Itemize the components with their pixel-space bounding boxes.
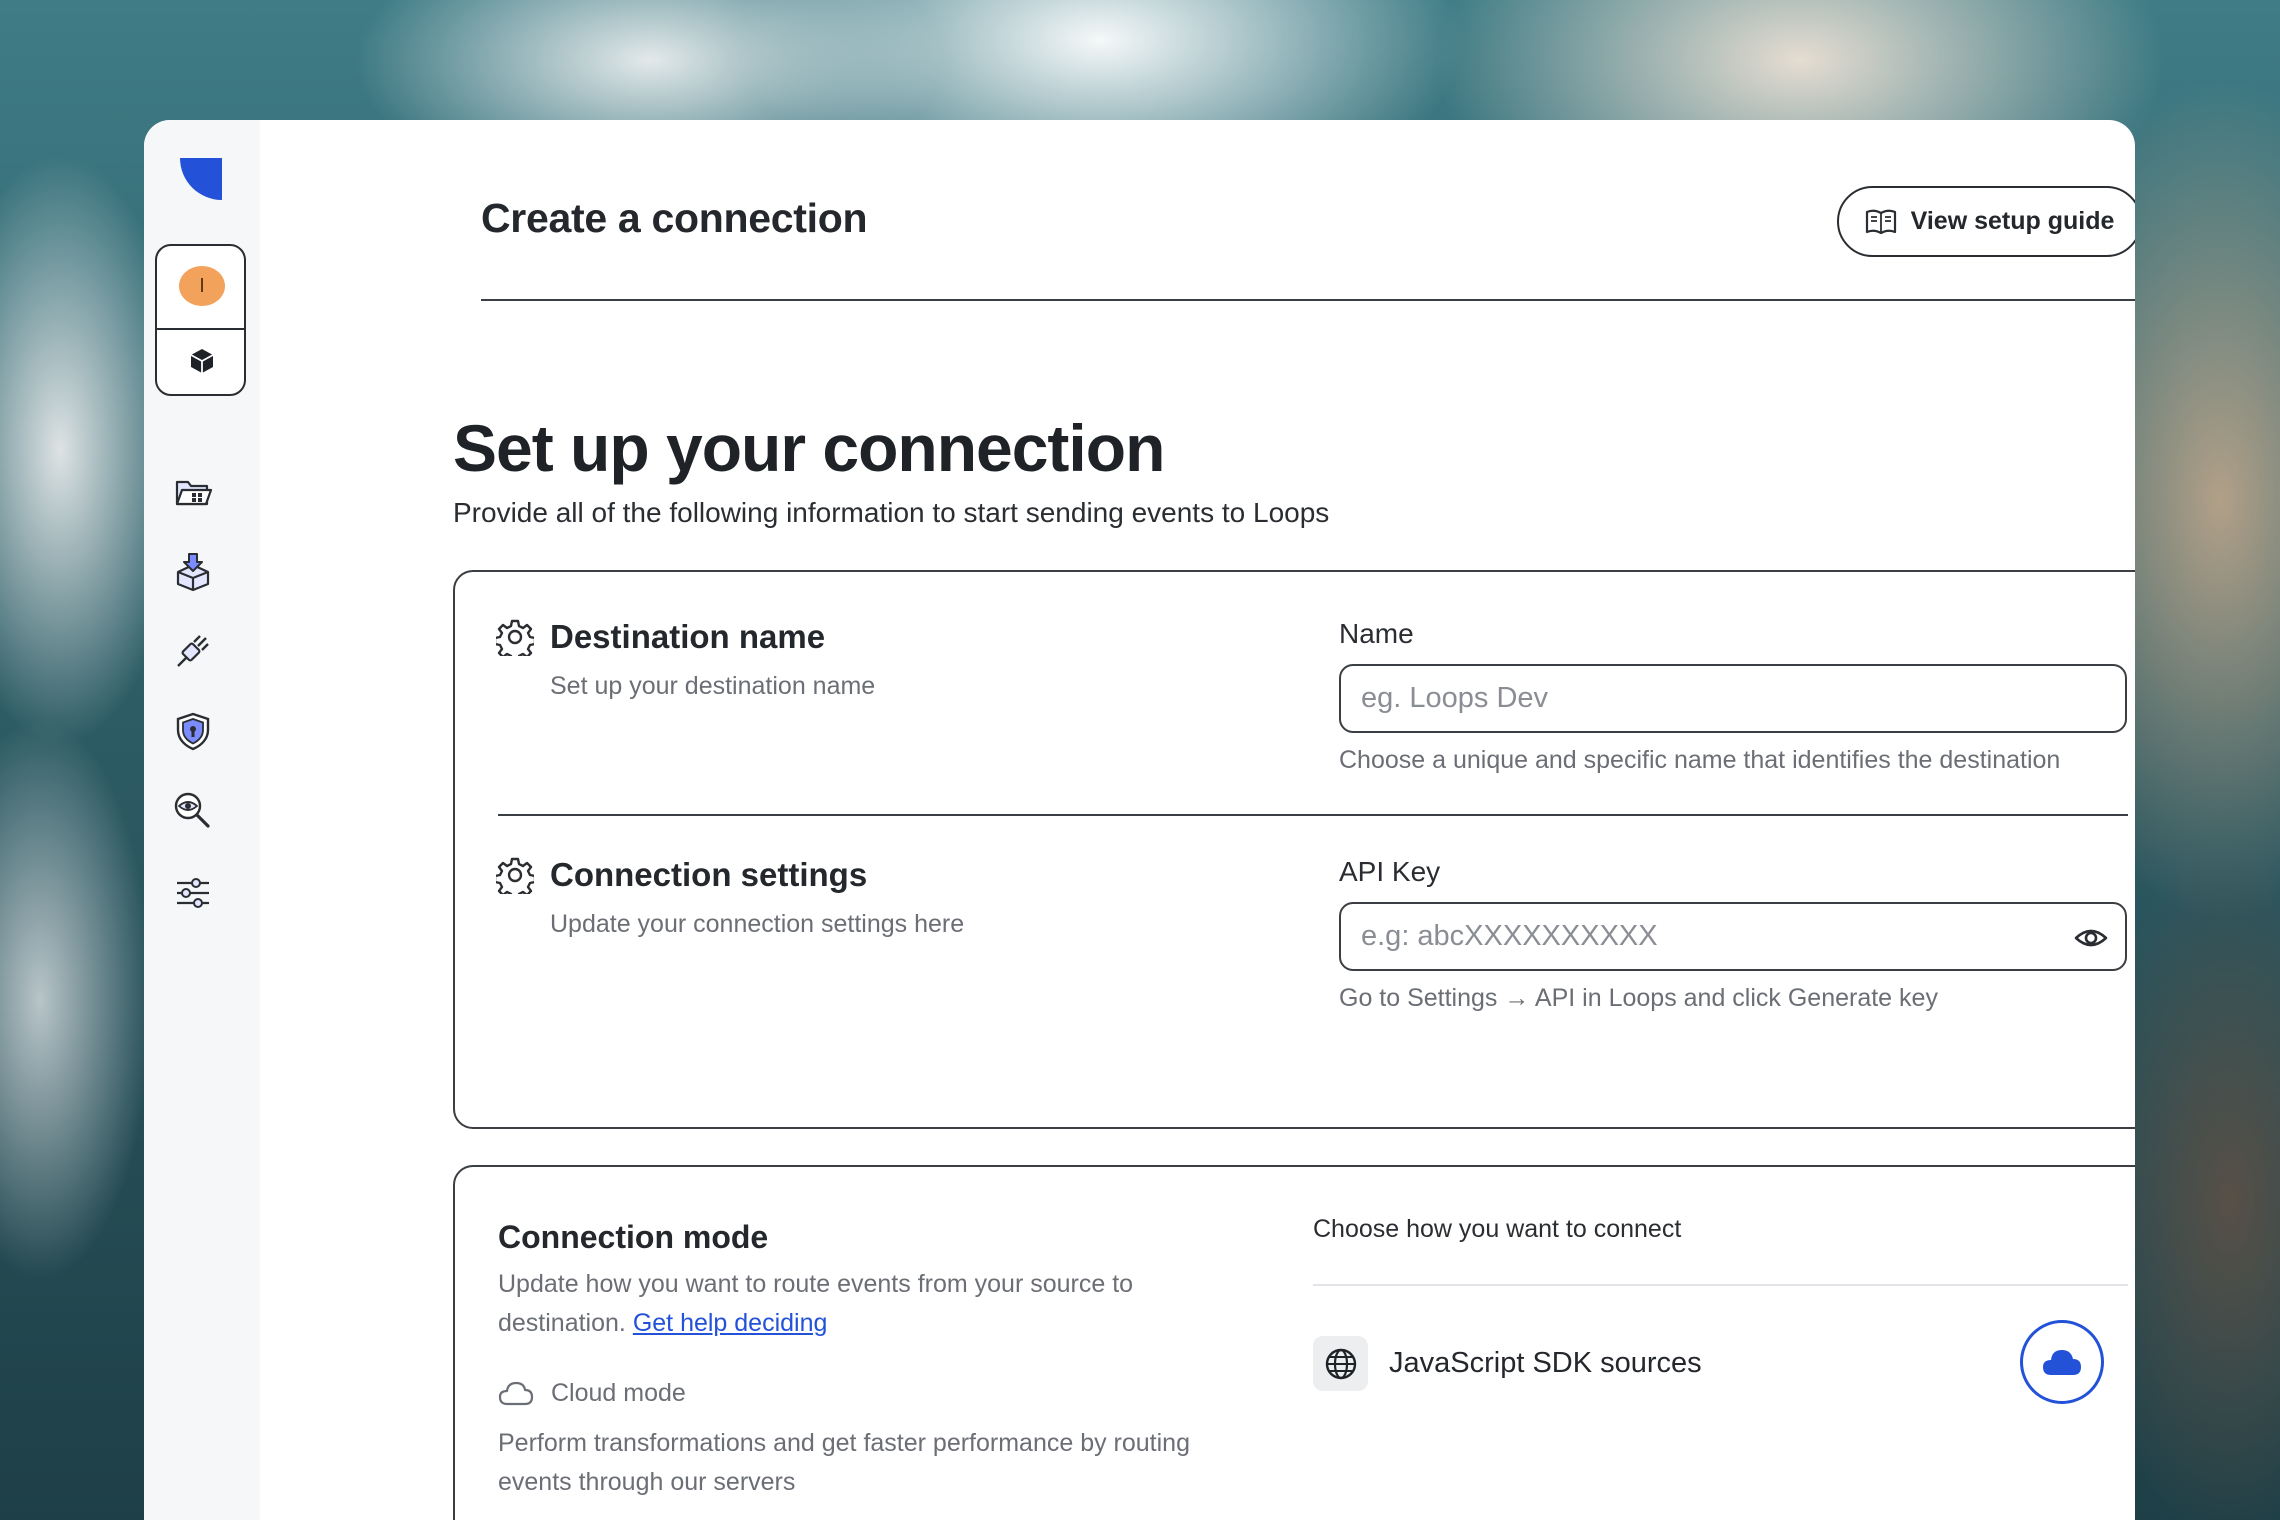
globe-icon [1325,1348,1356,1379]
choose-divider [1313,1284,2128,1286]
cloud-filled-icon [2043,1350,2081,1375]
book-icon [1865,209,1896,234]
eye-search-icon[interactable] [172,790,214,832]
workspace-switcher[interactable]: I [155,244,246,396]
app-logo-icon[interactable] [180,158,222,200]
section-divider [498,814,2128,816]
api-key-hint: Go to Settings → API in Loops and click … [1339,984,1938,1012]
name-hint: Choose a unique and specific name that i… [1339,746,2061,774]
cloud-mode-label: Cloud mode [551,1379,686,1407]
main-content: Create a connection View setup guide Set… [260,120,2135,1520]
javascript-sdk-sources-label: JavaScript SDK sources [1389,1347,1702,1379]
destination-name-title: Destination name [550,618,826,655]
app-window: I Create a connection View setup guide S… [144,120,2135,1520]
page-subtitle: Provide all of the following information… [453,497,1330,528]
gear-icon [496,619,534,656]
header-divider [481,299,2135,301]
page-title: Set up your connection [453,411,1165,485]
sidebar: I [144,120,260,1520]
cloud-icon [498,1381,534,1406]
name-input[interactable]: eg. Loops Dev [1339,664,2127,733]
connection-mode-description: Update how you want to route events from… [498,1265,1218,1343]
api-key-label: API Key [1339,856,1441,887]
sliders-icon[interactable] [172,870,214,912]
choose-connect-label: Choose how you want to connect [1313,1215,1682,1243]
connection-mode-title: Connection mode [498,1219,769,1255]
globe-icon-tile [1313,1336,1368,1391]
cloud-mode-description: Perform transformations and get faster p… [498,1429,1190,1496]
connection-mode-card: Connection mode Update how you want to r… [453,1165,2135,1520]
name-label: Name [1339,618,1414,649]
help-deciding-link[interactable]: Get help deciding [633,1309,828,1337]
name-input-placeholder: eg. Loops Dev [1361,682,1549,714]
cloud-mode-toggle[interactable] [2020,1320,2104,1404]
connection-details-card: Destination name Set up your destination… [453,570,2135,1129]
eye-icon[interactable] [2073,920,2109,956]
guide-button-label: View setup guide [1910,207,2115,235]
download-box-icon[interactable] [172,550,214,592]
gear-icon [496,857,534,894]
cube-icon[interactable] [187,346,217,376]
api-key-input[interactable]: e.g: abcXXXXXXXXXX [1339,902,2127,971]
shield-lock-icon[interactable] [172,710,214,752]
page-header-title: Create a connection [481,195,868,241]
folder-grid-icon[interactable] [172,470,214,512]
connection-settings-description: Update your connection settings here [550,910,965,938]
api-key-placeholder: e.g: abcXXXXXXXXXX [1361,920,1658,952]
plug-icon[interactable] [172,630,214,672]
connection-settings-title: Connection settings [550,856,868,893]
view-setup-guide-button[interactable]: View setup guide [1837,186,2135,257]
destination-name-description: Set up your destination name [550,672,876,700]
avatar-initial: I [199,274,205,297]
workspace-divider [157,328,244,330]
avatar[interactable]: I [179,266,225,306]
